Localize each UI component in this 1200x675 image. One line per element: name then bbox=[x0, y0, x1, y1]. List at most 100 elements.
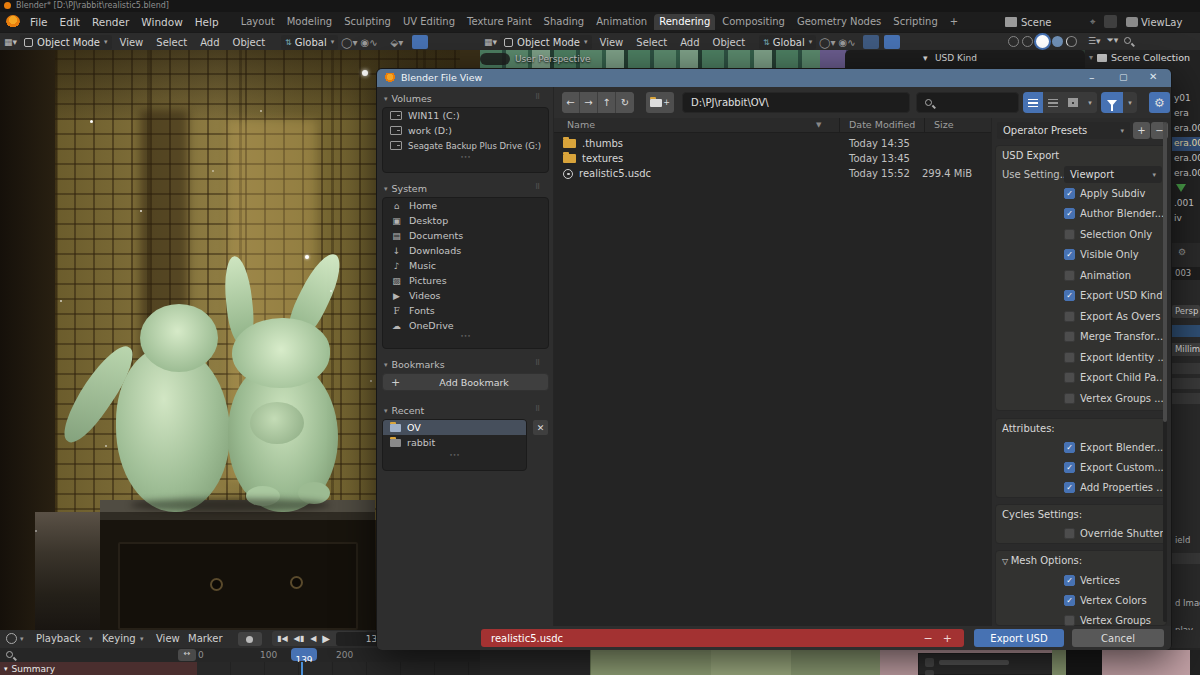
checkbox-export-blender[interactable]: Export Blender... bbox=[1064, 442, 1163, 453]
outliner-root[interactable]: Scene Collection bbox=[1111, 52, 1190, 63]
jump-start-button[interactable]: ▮◀ bbox=[274, 634, 291, 643]
menu-help[interactable]: Help bbox=[189, 16, 225, 28]
menu-select[interactable]: Select bbox=[151, 37, 192, 48]
add-bookmark-button[interactable]: + Add Bookmark bbox=[382, 373, 549, 391]
increment-button[interactable]: + bbox=[943, 632, 952, 645]
maximize-button[interactable]: ▢ bbox=[1119, 72, 1128, 82]
tab-modeling[interactable]: Modeling bbox=[282, 14, 338, 30]
checkbox-vertex-groups-exp[interactable]: Vertex Groups ... bbox=[1064, 393, 1164, 404]
new-scene-icon[interactable] bbox=[1104, 15, 1117, 28]
tab-add[interactable]: + bbox=[945, 14, 963, 30]
usd-kind-panel-header[interactable]: ▾ USD Kind bbox=[845, 50, 1085, 68]
gear-icon-small[interactable]: ⚙ bbox=[1178, 247, 1186, 257]
display-settings-dropdown[interactable]: ▾ bbox=[1083, 92, 1097, 113]
outliner-item-selected[interactable]: era.002 bbox=[1174, 138, 1200, 148]
checkbox-vertices[interactable]: Vertices bbox=[1064, 575, 1120, 586]
tab-texture-paint[interactable]: Texture Paint bbox=[462, 14, 537, 30]
decrement-button[interactable]: − bbox=[924, 632, 933, 645]
wireframe-shading-icon[interactable] bbox=[1008, 36, 1019, 47]
add-preset-button[interactable]: + bbox=[1133, 122, 1150, 139]
bookmarks-section-header[interactable]: Bookmarks bbox=[384, 359, 445, 370]
recent-ov[interactable]: OV bbox=[383, 420, 526, 435]
menu-file[interactable]: File bbox=[24, 16, 54, 28]
editor-type-icon-2[interactable]: ▦▾ bbox=[484, 37, 497, 47]
system-music[interactable]: ♪Music bbox=[383, 258, 548, 273]
proportional-edit-icon[interactable]: ◉∿ bbox=[360, 37, 377, 48]
search-field[interactable] bbox=[916, 92, 1019, 113]
minimize-button[interactable]: – bbox=[1089, 71, 1095, 84]
outliner-item[interactable]: era.004 bbox=[1174, 168, 1200, 178]
current-frame-badge[interactable]: 139 bbox=[291, 648, 317, 661]
volume-work[interactable]: work (D:) bbox=[383, 123, 548, 138]
recent-section-header[interactable]: Recent bbox=[384, 405, 424, 416]
outliner-item[interactable]: .001 bbox=[1174, 198, 1194, 208]
forward-button[interactable]: → bbox=[580, 92, 598, 113]
checkbox-export-custom[interactable]: Export Custom... bbox=[1064, 462, 1164, 473]
menu-marker[interactable]: Marker bbox=[188, 633, 223, 644]
tab-scripting[interactable]: Scripting bbox=[888, 14, 942, 30]
render-overlays-icon[interactable]: ⬙▾ bbox=[391, 37, 404, 48]
snap-icon[interactable]: ◯▾ bbox=[341, 37, 357, 48]
preview-shading-icon[interactable] bbox=[1066, 36, 1077, 47]
xray-toggle-icon[interactable] bbox=[863, 35, 879, 49]
recent-rabbit[interactable]: rabbit bbox=[383, 435, 526, 450]
tab-geometry-nodes[interactable]: Geometry Nodes bbox=[792, 14, 886, 30]
menu-view[interactable]: View bbox=[115, 37, 149, 48]
tab-sculpting[interactable]: Sculpting bbox=[339, 14, 396, 30]
outliner-editor-icon[interactable]: ☰▾ bbox=[1088, 36, 1101, 46]
menu-object-2[interactable]: Object bbox=[708, 37, 751, 48]
tab-shading[interactable]: Shading bbox=[539, 14, 590, 30]
thumbnail-icon[interactable] bbox=[1063, 92, 1083, 113]
viewlayer-selector[interactable]: ViewLay bbox=[1126, 14, 1182, 30]
back-button[interactable]: ← bbox=[562, 92, 580, 113]
scene-selector[interactable]: Scene bbox=[1005, 14, 1052, 30]
menu-view-2[interactable]: View bbox=[595, 37, 629, 48]
use-settings-dropdown[interactable]: Viewport▾ bbox=[1064, 166, 1162, 183]
playhead[interactable] bbox=[301, 662, 303, 675]
play-button[interactable]: ▶ bbox=[319, 633, 333, 644]
menu-render[interactable]: Render bbox=[86, 16, 135, 28]
settings-gear-button[interactable]: ⚙ bbox=[1149, 92, 1170, 113]
menu-object[interactable]: Object bbox=[228, 37, 271, 48]
tab-rendering[interactable]: Rendering bbox=[654, 14, 715, 30]
object-mode-dropdown[interactable]: Object Mode▾ bbox=[20, 35, 112, 50]
column-name[interactable]: Name bbox=[567, 119, 595, 130]
up-button[interactable]: ↑ bbox=[598, 92, 616, 113]
column-date[interactable]: Date Modified bbox=[849, 119, 915, 130]
system-home[interactable]: ⌂Home bbox=[383, 198, 548, 213]
menu-keying[interactable]: Keying bbox=[102, 633, 136, 644]
overlay-toggle-icon[interactable] bbox=[884, 35, 900, 49]
transform-orientation-dropdown-2[interactable]: ⇅ Global▾ bbox=[759, 35, 816, 50]
vertical-list-icon[interactable] bbox=[1023, 92, 1043, 113]
volume-win11[interactable]: WIN11 (C:) bbox=[383, 108, 548, 123]
path-field[interactable]: D:\PJ\rabbit\OV\ bbox=[682, 92, 910, 113]
volumes-section-header[interactable]: Volumes bbox=[384, 93, 432, 104]
solid-shading-icon[interactable] bbox=[1022, 36, 1033, 47]
outliner-item[interactable]: y01 bbox=[1174, 93, 1191, 103]
create-folder-button[interactable]: + bbox=[646, 92, 674, 113]
checkbox-selection-only[interactable]: Selection Only bbox=[1064, 229, 1152, 240]
menu-edit[interactable]: Edit bbox=[54, 16, 86, 28]
outliner-item[interactable]: era.001 bbox=[1174, 123, 1200, 133]
checkbox-export-identity[interactable]: Export Identity ... bbox=[1064, 352, 1167, 363]
file-row-thumbs[interactable]: .thumbs bbox=[563, 136, 623, 151]
menu-view-timeline[interactable]: View bbox=[156, 633, 180, 644]
editor-type-icon[interactable]: ▦▾ bbox=[4, 37, 17, 47]
menu-add[interactable]: Add bbox=[195, 37, 224, 48]
checkbox-vertex-groups[interactable]: Vertex Groups bbox=[1064, 615, 1151, 626]
rendered-shading-icon[interactable] bbox=[1052, 36, 1063, 47]
play-reverse-button[interactable]: ◀ bbox=[307, 634, 319, 643]
snap-icon-2[interactable]: ◯▾ bbox=[819, 37, 835, 48]
menu-playback[interactable]: Playback bbox=[36, 633, 81, 644]
checkbox-visible-only[interactable]: Visible Only bbox=[1064, 249, 1139, 260]
close-button[interactable]: ✕ bbox=[1149, 71, 1157, 82]
filter-icon[interactable] bbox=[1101, 92, 1123, 113]
timeline-search-icon[interactable] bbox=[6, 651, 13, 658]
checkbox-vertex-colors[interactable]: Vertex Colors bbox=[1064, 595, 1147, 606]
checkbox-merge-transform[interactable]: Merge Transfor... bbox=[1064, 331, 1163, 342]
outliner-item[interactable]: era.003 bbox=[1174, 153, 1200, 163]
outliner-filter-icon[interactable]: ⏷▾ bbox=[1107, 35, 1119, 46]
prev-keyframe-button[interactable]: ◀▮ bbox=[291, 634, 308, 643]
auto-keying-button[interactable] bbox=[238, 632, 262, 646]
column-size[interactable]: Size bbox=[934, 119, 954, 130]
